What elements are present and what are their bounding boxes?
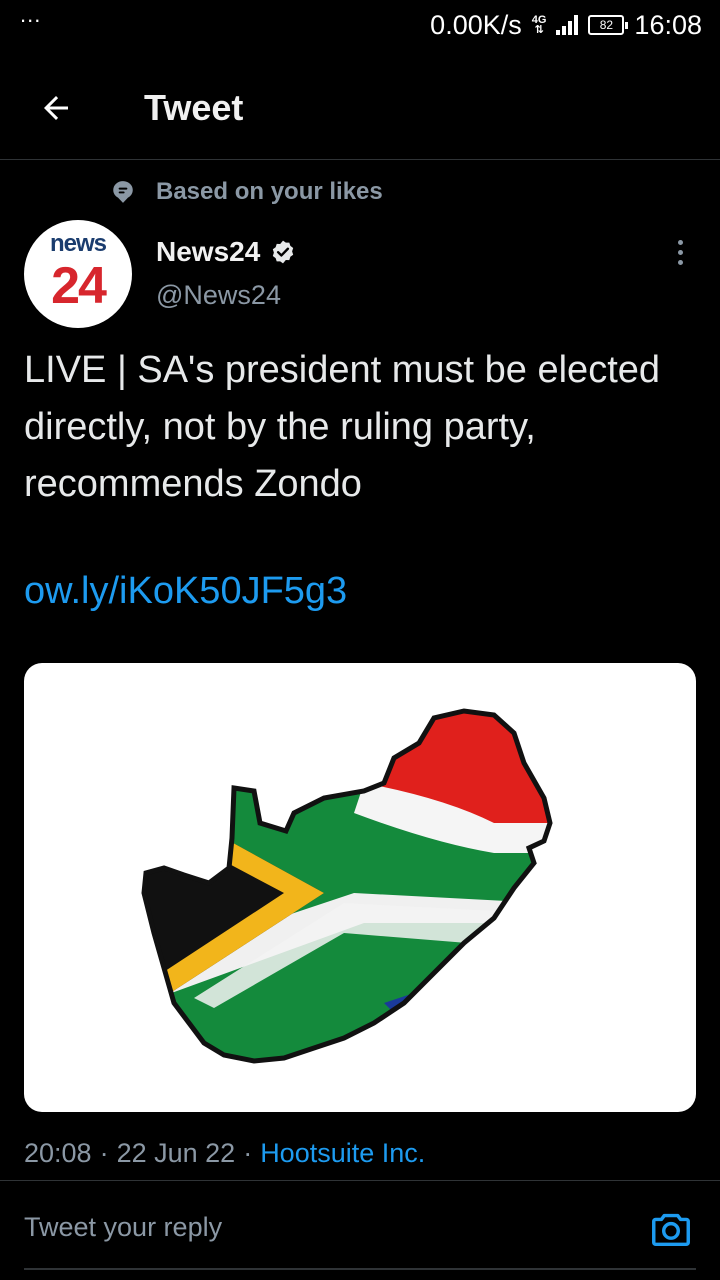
author-name-row: News24 xyxy=(156,236,296,268)
avatar[interactable]: news 24 xyxy=(24,220,132,328)
page-title: Tweet xyxy=(144,87,244,128)
more-dot xyxy=(677,259,683,265)
reply-input[interactable]: Tweet your reply xyxy=(24,1212,222,1243)
arrow-left-icon xyxy=(44,96,68,120)
network-type-label: 4G xyxy=(531,14,547,26)
reply-bar: Tweet your reply xyxy=(0,1180,720,1280)
notification-dots: ... xyxy=(20,2,42,27)
author-name: News24 xyxy=(156,236,261,267)
author-handle: @News24 xyxy=(156,280,281,310)
back-button[interactable] xyxy=(26,78,86,138)
status-bar: ... 0.00K/s 4G ⇅ 82 16:08 xyxy=(0,0,720,50)
tweet-link[interactable]: ow.ly/iKoK50JF5g3 xyxy=(24,570,347,613)
clock: 16:08 xyxy=(634,9,702,40)
camera-icon xyxy=(652,1213,690,1247)
top-app-bar: Tweet xyxy=(0,58,720,158)
avatar-logo-top: news xyxy=(49,230,107,257)
meta-separator: · xyxy=(99,1138,109,1168)
battery-icon: 82 xyxy=(588,15,629,35)
chat-bubble-icon xyxy=(113,181,133,203)
network-speed: 0.00K/s xyxy=(430,9,522,40)
meta-separator: · xyxy=(243,1138,253,1168)
avatar-logo-number: 24 xyxy=(51,257,107,315)
status-right: 0.00K/s 4G ⇅ 82 16:08 xyxy=(430,10,702,41)
tweet-text: LIVE | SA's president must be elected di… xyxy=(24,349,661,505)
reply-underline xyxy=(24,1268,696,1270)
tweet-media-image[interactable] xyxy=(24,663,696,1112)
more-dots-icon xyxy=(677,239,683,245)
header-divider xyxy=(0,159,720,160)
context-label: Based on your likes xyxy=(156,178,383,205)
tweet-meta: 20:08 · 22 Jun 22 · Hootsuite Inc. xyxy=(24,1138,425,1169)
battery-level: 82 xyxy=(599,18,614,32)
tweet-source[interactable]: Hootsuite Inc. xyxy=(260,1138,425,1169)
author-block[interactable]: News24 @News24 xyxy=(156,236,296,311)
tweet-time: 20:08 xyxy=(24,1138,92,1168)
signal-icon xyxy=(556,15,579,35)
verified-badge-icon xyxy=(273,240,294,264)
south-africa-flag-map xyxy=(141,708,553,1064)
network-type: 4G ⇅ xyxy=(531,14,547,36)
more-options-button[interactable] xyxy=(664,236,696,268)
tweet-date: 22 Jun 22 xyxy=(116,1138,236,1168)
camera-button[interactable] xyxy=(648,1206,694,1252)
more-dot xyxy=(677,249,683,255)
tweet-context: Based on your likes xyxy=(110,178,383,206)
